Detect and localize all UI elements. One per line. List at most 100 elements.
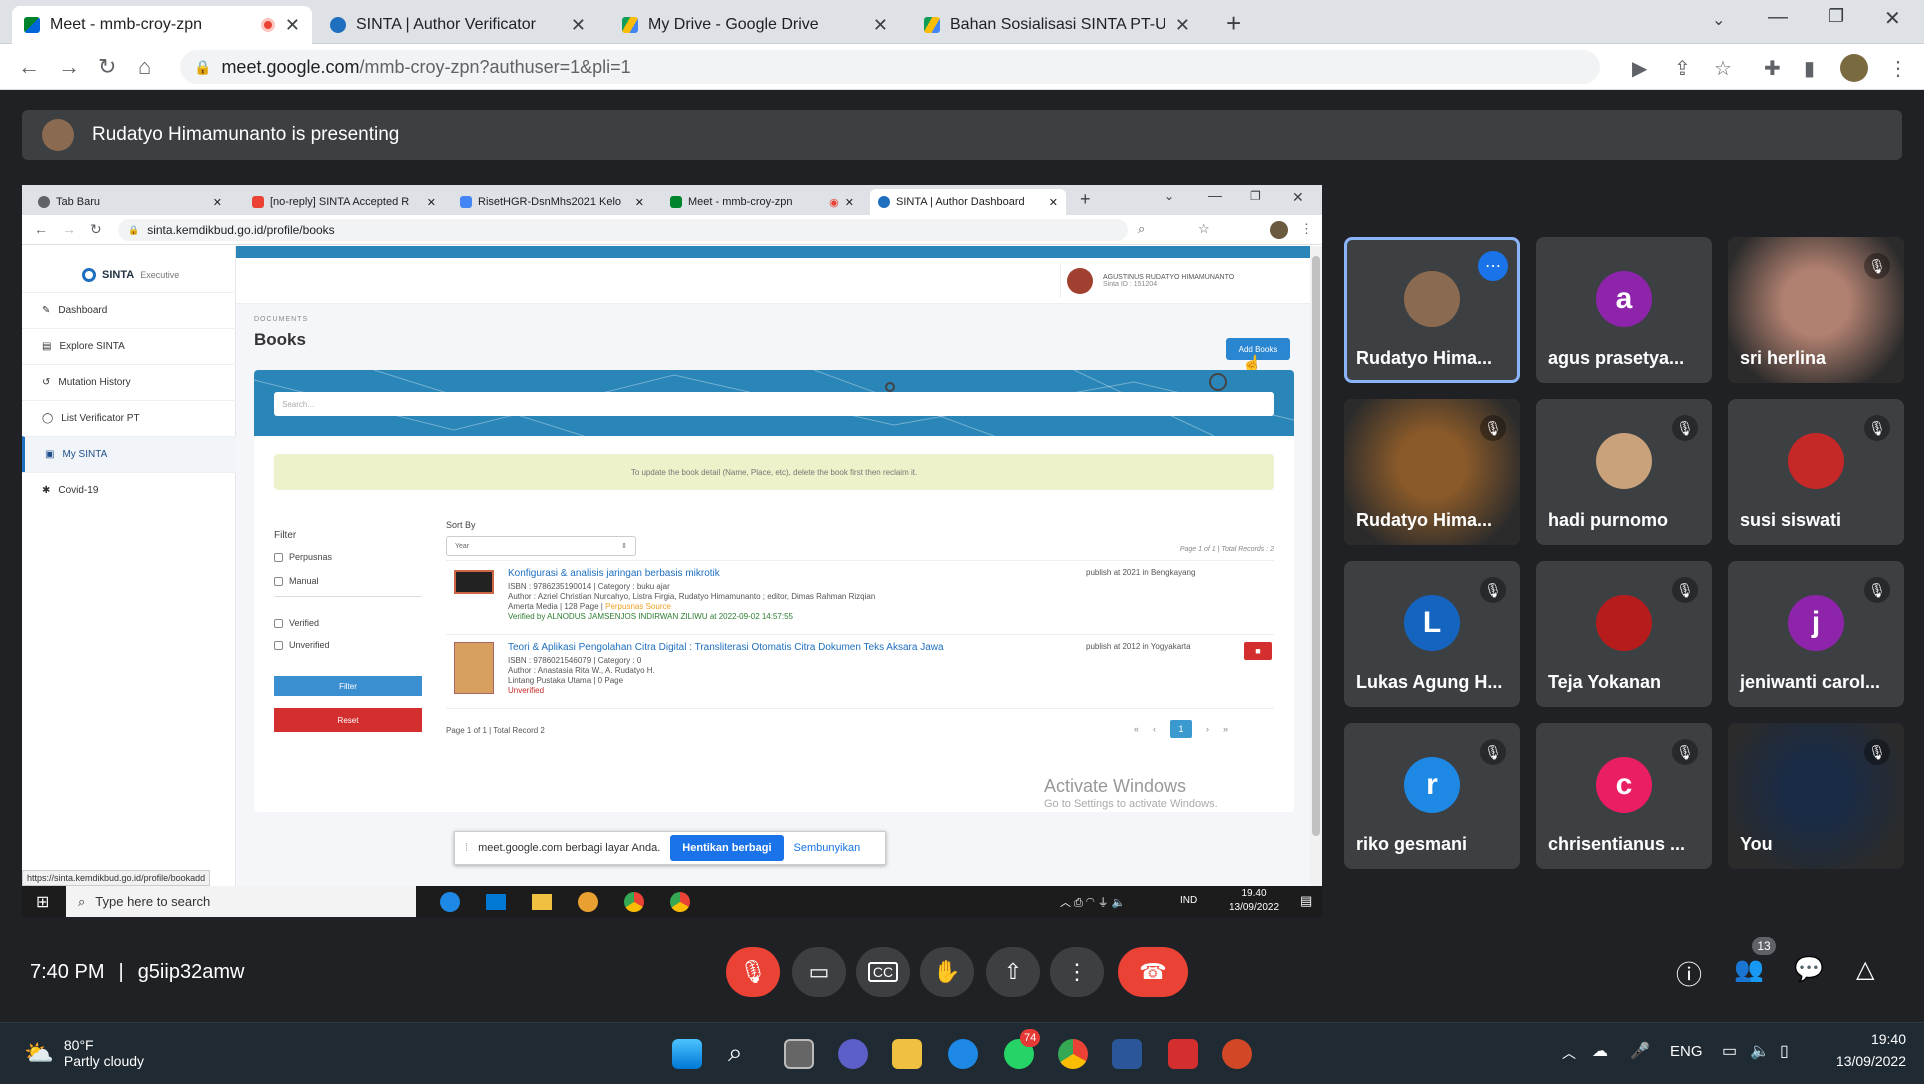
chrome-icon[interactable] xyxy=(624,892,644,912)
windows-start-icon[interactable] xyxy=(672,1039,702,1069)
search-input[interactable]: Search... xyxy=(274,392,1274,416)
file-explorer-icon[interactable] xyxy=(892,1039,922,1069)
participant-tile[interactable]: r 🎙 riko gesmani xyxy=(1344,723,1520,869)
book-title-link[interactable]: Konfigurasi & analisis jaringan berbasis… xyxy=(508,568,720,579)
forward-icon[interactable]: → xyxy=(62,221,76,237)
activities-icon[interactable]: △ xyxy=(1856,955,1874,984)
participant-tile[interactable]: 🎙 sri herlina xyxy=(1728,237,1904,383)
reset-button[interactable]: Reset xyxy=(274,708,422,732)
inner-address-bar[interactable]: 🔒 sinta.kemdikbud.go.id/profile/books xyxy=(118,219,1128,241)
participant-tile[interactable]: L 🎙 Lukas Agung H... xyxy=(1344,561,1520,707)
sidebar-item-verificator[interactable]: ◯ List Verificator PT xyxy=(22,400,236,436)
mail-icon[interactable] xyxy=(486,894,506,910)
close-tab-icon[interactable]: ✕ xyxy=(1049,196,1058,209)
windows-start-icon[interactable]: ⊞ xyxy=(36,892,49,912)
profile-avatar[interactable] xyxy=(1270,221,1288,239)
inner-tab-active[interactable]: SINTA | Author Dashboard ✕ xyxy=(870,189,1066,215)
participant-tile[interactable]: j 🎙 jeniwanti carol... xyxy=(1728,561,1904,707)
extensions-icon[interactable]: ✚ xyxy=(1764,56,1781,81)
close-tab-icon[interactable]: ✕ xyxy=(1175,15,1190,36)
microphone-icon[interactable]: 🎤 xyxy=(1630,1041,1650,1061)
checkbox[interactable] xyxy=(274,641,283,651)
delete-book-button[interactable]: ■ xyxy=(1244,642,1272,660)
chat-teams-icon[interactable] xyxy=(838,1039,868,1069)
minimize-icon[interactable]: — xyxy=(1768,6,1788,29)
search-icon[interactable]: ⌕ xyxy=(728,1037,743,1069)
tab-bahan-sosialisasi[interactable]: Bahan Sosialisasi SINTA PT-UKRI ✕ xyxy=(912,6,1202,44)
filter-option-manual[interactable]: Manual xyxy=(274,576,319,587)
network-icon[interactable]: ▭ xyxy=(1722,1041,1737,1061)
tab-meet[interactable]: Meet - mmb-croy-zpn ✕ xyxy=(12,6,312,44)
battery-icon[interactable]: ▯ xyxy=(1780,1041,1789,1061)
close-tab-icon[interactable]: ✕ xyxy=(213,196,222,209)
camera-button[interactable]: ▭ xyxy=(792,947,846,997)
edge-icon[interactable] xyxy=(440,892,460,912)
sort-select[interactable]: Year ⇕ xyxy=(446,536,636,556)
participant-tile[interactable]: 🎙 hadi purnomo xyxy=(1536,399,1712,545)
sidebar-item-mutation[interactable]: ↺ Mutation History xyxy=(22,364,236,400)
back-icon[interactable]: ← xyxy=(18,54,40,80)
next-page-icon[interactable]: › xyxy=(1206,724,1209,734)
close-tab-icon[interactable]: ✕ xyxy=(635,196,644,209)
side-panel-icon[interactable]: ▮ xyxy=(1804,56,1815,81)
reload-icon[interactable]: ↻ xyxy=(98,54,116,80)
share-icon[interactable]: ⇪ xyxy=(1674,56,1691,81)
zoom-icon[interactable]: ⌕ xyxy=(1138,221,1145,237)
back-icon[interactable]: ← xyxy=(34,221,48,237)
profile-avatar[interactable] xyxy=(1840,54,1868,82)
sidebar-item-covid[interactable]: ✱ Covid-19 xyxy=(22,472,236,508)
user-menu[interactable]: AGUSTINUS RUDATYO HIMAMUNANTO Sinta ID :… xyxy=(1060,264,1300,298)
home-icon[interactable]: ⌂ xyxy=(138,54,151,80)
microphone-off-button[interactable]: 🎙 xyxy=(726,947,780,997)
word-icon[interactable] xyxy=(1112,1039,1142,1069)
filter-option-verified[interactable]: Verified xyxy=(274,618,319,629)
task-view-icon[interactable] xyxy=(784,1039,814,1069)
stop-sharing-button[interactable]: Hentikan berbagi xyxy=(670,835,784,861)
inner-tab[interactable]: Meet - mmb-croy-zpn ◉ ✕ xyxy=(662,189,862,215)
checkbox[interactable] xyxy=(274,577,283,587)
raise-hand-button[interactable]: ✋ xyxy=(920,947,974,997)
file-explorer-icon[interactable] xyxy=(532,894,552,910)
close-tab-icon[interactable]: ✕ xyxy=(427,196,436,209)
tab-google-drive[interactable]: My Drive - Google Drive ✕ xyxy=(610,6,900,44)
bookmark-star-icon[interactable]: ☆ xyxy=(1198,221,1210,237)
menu-kebab-icon[interactable]: ⋮ xyxy=(1888,56,1908,81)
checkbox[interactable] xyxy=(274,553,283,563)
taskbar-search[interactable]: ⌕ Type here to search xyxy=(66,886,416,917)
close-tab-icon[interactable]: ✕ xyxy=(845,196,854,209)
book-title-link[interactable]: Teori & Aplikasi Pengolahan Citra Digita… xyxy=(508,642,944,653)
forward-icon[interactable]: → xyxy=(58,54,80,80)
new-tab-icon[interactable]: + xyxy=(1080,189,1091,210)
chat-icon[interactable]: 💬 xyxy=(1794,955,1824,984)
page-1-button[interactable]: 1 xyxy=(1170,720,1193,738)
new-tab-icon[interactable]: + xyxy=(1226,8,1241,39)
drag-handle-icon[interactable]: ⁞ xyxy=(465,842,468,854)
scrollbar[interactable] xyxy=(1310,246,1322,886)
participant-tile[interactable]: a agus prasetya... xyxy=(1536,237,1712,383)
tab-search-icon[interactable]: ⌄ xyxy=(1712,10,1725,30)
more-options-icon[interactable]: ⋯ xyxy=(1478,251,1508,281)
last-page-icon[interactable]: » xyxy=(1223,724,1228,734)
tab-sinta-verificator[interactable]: SINTA | Author Verificator ✕ xyxy=(318,6,598,44)
reload-icon[interactable]: ↻ xyxy=(90,221,102,238)
filter-option-perpusnas[interactable]: Perpusnas xyxy=(274,552,332,563)
camera-blocked-icon[interactable]: ▶ xyxy=(1632,56,1647,81)
info-icon[interactable]: ⓘ xyxy=(1676,955,1702,992)
chrome-icon[interactable] xyxy=(1058,1039,1088,1069)
more-options-button[interactable]: ⋮ xyxy=(1050,947,1104,997)
acrobat-icon[interactable] xyxy=(1168,1039,1198,1069)
inner-tab[interactable]: RisetHGR-DsnMhs2021 Kelo ✕ xyxy=(452,189,652,215)
inner-tab[interactable]: [no-reply] SINTA Accepted R ✕ xyxy=(244,189,444,215)
chrome-icon[interactable] xyxy=(670,892,690,912)
participant-tile[interactable]: 🎙 Rudatyo Hima... xyxy=(1344,399,1520,545)
weather-widget[interactable]: ⛅ 80°F Partly cloudy xyxy=(24,1037,144,1069)
sidebar-item-explore[interactable]: ▤ Explore SINTA xyxy=(22,328,236,364)
people-icon[interactable]: 👥 xyxy=(1734,955,1764,984)
close-window-icon[interactable]: ✕ xyxy=(1884,6,1901,31)
checkbox[interactable] xyxy=(274,619,283,629)
sidebar-item-my-sinta[interactable]: ▣ My SINTA xyxy=(22,436,236,472)
filter-button[interactable]: Filter xyxy=(274,676,422,696)
inner-tab[interactable]: Tab Baru ✕ xyxy=(30,189,230,215)
tab-search-icon[interactable]: ⌄ xyxy=(1164,189,1174,203)
participant-tile[interactable]: c 🎙 chrisentianus ... xyxy=(1536,723,1712,869)
